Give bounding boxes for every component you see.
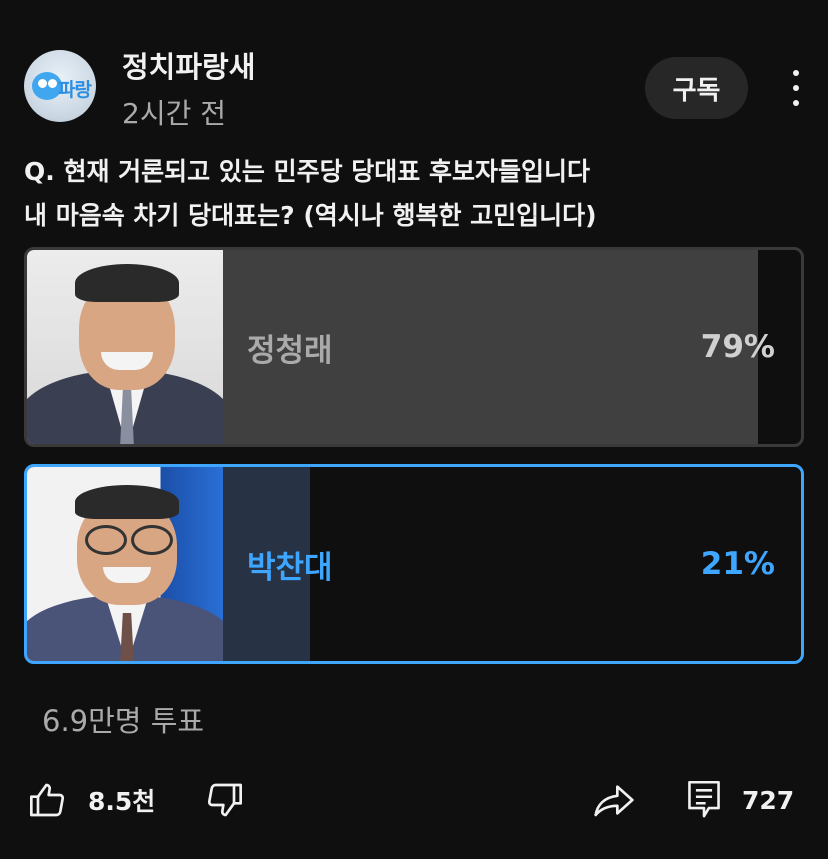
share-icon	[594, 785, 634, 817]
poll-option-percent: 21%	[700, 546, 775, 582]
channel-name[interactable]: 정치파랑새	[122, 44, 255, 86]
poll-question: Q. 현재 거론되고 있는 민주당 당대표 후보자들입니다 내 마음속 차기 당…	[24, 150, 814, 238]
dislike-button[interactable]	[204, 770, 244, 830]
thumbs-up-icon	[30, 783, 65, 817]
comment-count: 727	[742, 785, 795, 815]
poll-question-line: Q. 현재 거론되고 있는 민주당 당대표 후보자들입니다	[24, 157, 590, 186]
like-count: 8.5천	[88, 787, 156, 816]
avatar-logo-text: 파랑	[58, 79, 92, 101]
comment-icon	[688, 780, 720, 818]
poll-option-name: 박찬대	[247, 549, 333, 586]
candidate-photo	[27, 250, 223, 444]
total-votes: 6.9만명 투표	[42, 704, 205, 738]
poll-option-name: 정청래	[247, 332, 333, 369]
comment-button[interactable]: 727	[686, 770, 794, 830]
thumbs-down-icon	[207, 783, 243, 817]
poll-option-1[interactable]: 정청래 79%	[24, 247, 804, 447]
share-button[interactable]	[592, 770, 636, 830]
like-button[interactable]: 8.5천	[28, 770, 155, 830]
poll-option-2[interactable]: 박찬대 21%	[24, 464, 804, 664]
more-vertical-icon[interactable]	[784, 68, 808, 108]
action-bar: 8.5천 727	[0, 770, 828, 830]
candidate-photo	[27, 467, 223, 661]
poll-option-percent: 79%	[700, 329, 775, 365]
subscribe-button[interactable]: 구독	[645, 57, 748, 119]
channel-avatar[interactable]: 파랑	[24, 50, 96, 122]
poll-question-line: 내 마음속 차기 당대표는? (역시나 행복한 고민입니다)	[24, 201, 597, 230]
post-time: 2시간 전	[122, 97, 226, 130]
